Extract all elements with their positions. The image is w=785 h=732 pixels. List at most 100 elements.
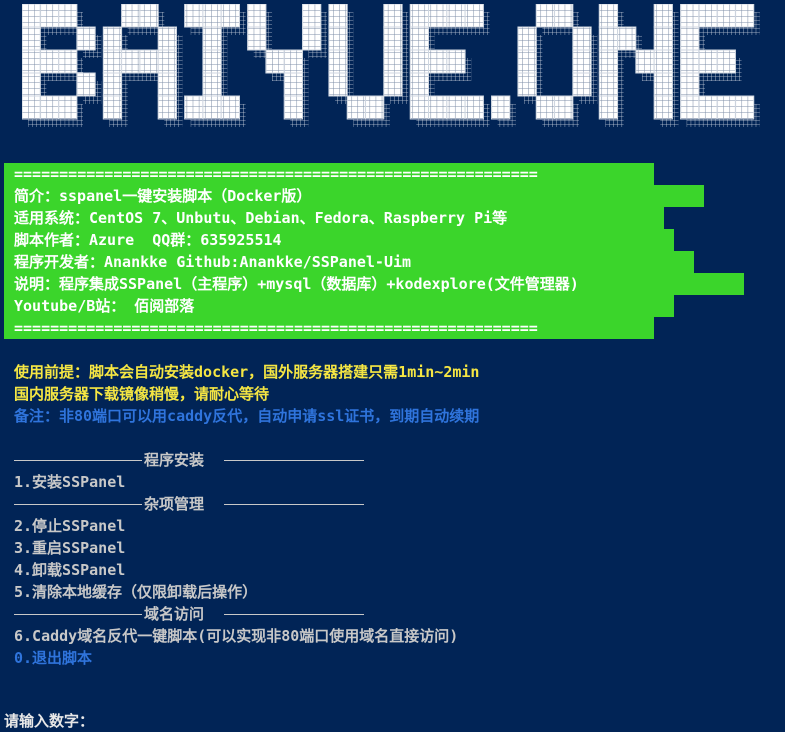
banner-block [328, 4, 348, 28]
banner-block [220, 95, 240, 120]
menu-item-exit[interactable]: 0.退出脚本 [14, 647, 92, 669]
section-manage-header: 杂项管理 [14, 493, 364, 515]
info-intro: 简介：sspanel一键安装脚本（Docker版） [4, 185, 704, 207]
banner-block [572, 26, 592, 51]
banner-block [598, 4, 619, 28]
banner-block [121, 4, 141, 28]
info-systems: 适用系统：CentOS 7、Unbutu、Debian、Fedora、Raspb… [4, 207, 664, 229]
banner-block [734, 95, 755, 120]
banner-block [220, 4, 240, 28]
input-prompt[interactable]: 请输入数字： [4, 710, 94, 732]
banner-block [409, 72, 430, 97]
remark-line: 备注：非80端口可以用caddy反代，自动申请ssl证书，到期自动续期 [14, 407, 480, 425]
banner-block [653, 26, 673, 51]
menu-item-restart[interactable]: 3.重启SSPanel [14, 537, 125, 559]
banner-block [535, 4, 556, 28]
banner-block [635, 49, 655, 74]
banner-block [446, 49, 466, 74]
banner-block [139, 49, 159, 74]
banner-block [283, 72, 304, 97]
banner-block [102, 95, 123, 120]
banner-block [698, 95, 718, 120]
banner-block [22, 49, 41, 74]
banner-block [76, 26, 96, 51]
info-description: 说明：程序集成SSPanel（主程序）+mysql（数据库）+kodexplor… [4, 273, 744, 295]
banner-block [202, 72, 222, 97]
banner-block [698, 49, 718, 74]
banner-block [554, 95, 574, 120]
banner-block [517, 72, 537, 97]
banner-block [680, 49, 700, 74]
banner-block [301, 4, 322, 28]
banner-block [102, 72, 123, 97]
banner-block [301, 26, 322, 51]
banner-block [409, 95, 430, 120]
info-rule-top: ========================================… [4, 163, 654, 185]
banner-block [39, 95, 60, 120]
banner-block [202, 4, 222, 28]
menu-item-caddy[interactable]: 6.Caddy域名反代一键脚本(可以实现非80端口使用域名直接访问) [14, 625, 458, 647]
section-install-header: 程序安装 [14, 449, 364, 471]
banner-block [22, 26, 41, 51]
banner-block [572, 49, 592, 74]
banner-block [598, 95, 619, 120]
banner-block [598, 72, 619, 97]
banner-block [283, 95, 304, 120]
info-youtube: Youtube/B站： 佰阅部落 [4, 295, 674, 317]
banner-block [716, 95, 736, 120]
banner-block [22, 72, 41, 97]
menu-item-stop[interactable]: 2.停止SSPanel [14, 515, 125, 537]
banner-block [157, 26, 177, 51]
menu-item-uninstall[interactable]: 4.卸载SSPanel [14, 559, 125, 581]
banner-block [598, 49, 619, 74]
banner-block [58, 95, 78, 120]
banner-block [328, 72, 348, 97]
menu-item-clear-cache[interactable]: 5.清除本地缓存（仅限卸载后操作） [14, 581, 257, 603]
prereq-line-2: 国内服务器下载镜像稍慢，请耐心等待 [14, 385, 270, 403]
prereq-line-1: 使用前提：脚本会自动安装docker，国外服务器搭建只需1min~2min [14, 363, 480, 381]
info-developer: 程序开发者：Anankke Github:Anankke/SSPanel-Uim [4, 251, 694, 273]
banner-block [328, 49, 348, 74]
banner-block [139, 4, 159, 28]
banner-block [680, 95, 700, 120]
banner-block [328, 26, 348, 51]
banner-block [491, 95, 511, 120]
banner-block [716, 4, 736, 28]
banner-block [247, 4, 267, 28]
banner-block [653, 95, 673, 120]
banner-block [446, 95, 466, 120]
banner-block [76, 72, 96, 97]
banner-block [409, 4, 430, 28]
banner-block [365, 95, 385, 120]
banner-block [572, 72, 592, 97]
section-install-label: 程序安装 [144, 451, 205, 469]
banner-block [464, 4, 484, 28]
banner-block [517, 49, 537, 74]
menu-item-install[interactable]: 1.安装SSPanel [14, 471, 125, 493]
banner-block [383, 49, 403, 74]
banner-block [283, 49, 304, 74]
section-domain-header: 域名访问 [14, 603, 364, 625]
banner-block [102, 26, 123, 51]
banner-block [184, 4, 204, 28]
banner-block [680, 26, 700, 51]
banner-block [157, 95, 177, 120]
banner-block [653, 4, 673, 28]
banner-block [517, 26, 537, 51]
ascii-banner: BAIYUE.ONE [22, 4, 770, 130]
banner-block [446, 4, 466, 28]
banner-block [39, 4, 60, 28]
banner-block [58, 49, 78, 74]
banner-block [58, 4, 78, 28]
banner-block [265, 49, 285, 74]
banner-block [383, 26, 403, 51]
banner-block [22, 95, 41, 120]
banner-block [346, 95, 367, 120]
banner-block [653, 49, 673, 74]
banner-block [617, 26, 637, 51]
banner-block [157, 49, 177, 74]
banner-block [428, 4, 448, 28]
banner-block [121, 49, 141, 74]
banner-block [698, 4, 718, 28]
banner-block [428, 49, 448, 74]
